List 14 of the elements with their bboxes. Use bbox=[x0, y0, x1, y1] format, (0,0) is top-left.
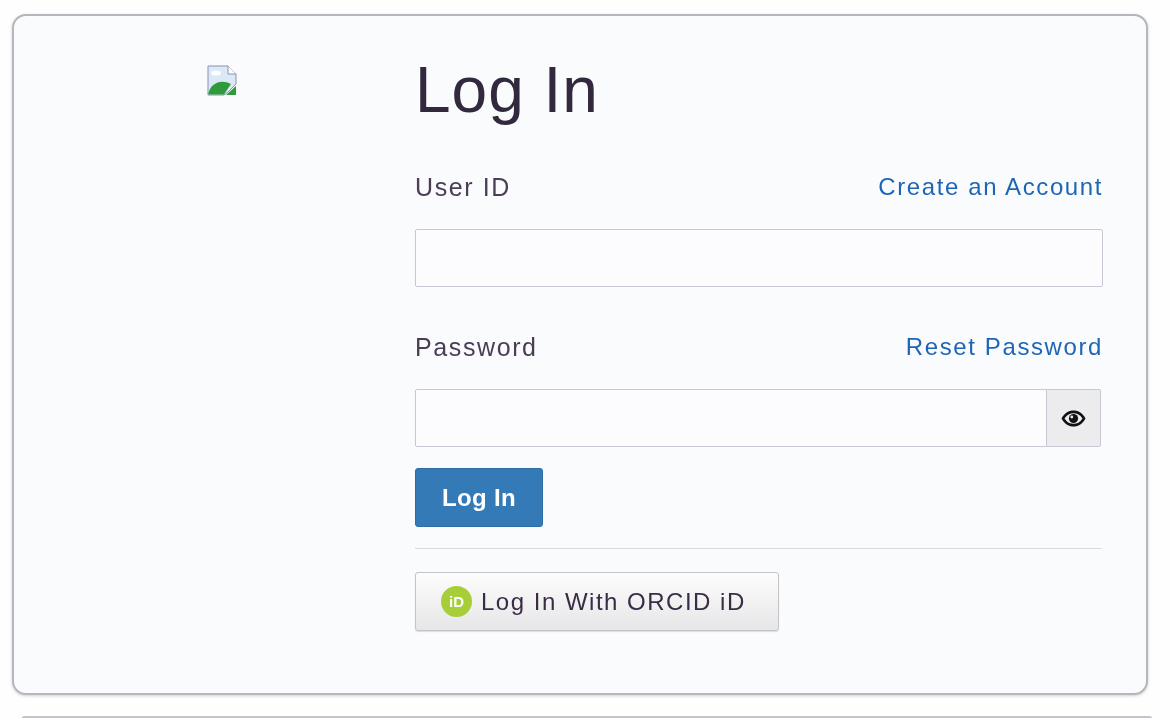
id-logo: iD bbox=[441, 586, 472, 617]
reset-password-link[interactable]: Reset Password bbox=[905, 333, 1103, 361]
login-button[interactable]: Log In bbox=[415, 468, 543, 527]
user-id-field[interactable] bbox=[415, 229, 1103, 287]
eye-icon bbox=[1061, 409, 1086, 427]
broken-image-icon bbox=[207, 65, 238, 96]
field-label: Password bbox=[415, 332, 538, 362]
field-label: User ID bbox=[415, 172, 511, 202]
create-account-link[interactable]: Create an Account bbox=[878, 173, 1103, 201]
button-label: Log In With ORCID iD bbox=[481, 587, 746, 616]
password-field[interactable] bbox=[415, 389, 1047, 447]
show-password-button[interactable] bbox=[1047, 389, 1101, 447]
orcid-login-button[interactable]: iD Log In With ORCID iD bbox=[415, 572, 779, 631]
page-title: Log In bbox=[415, 53, 600, 128]
